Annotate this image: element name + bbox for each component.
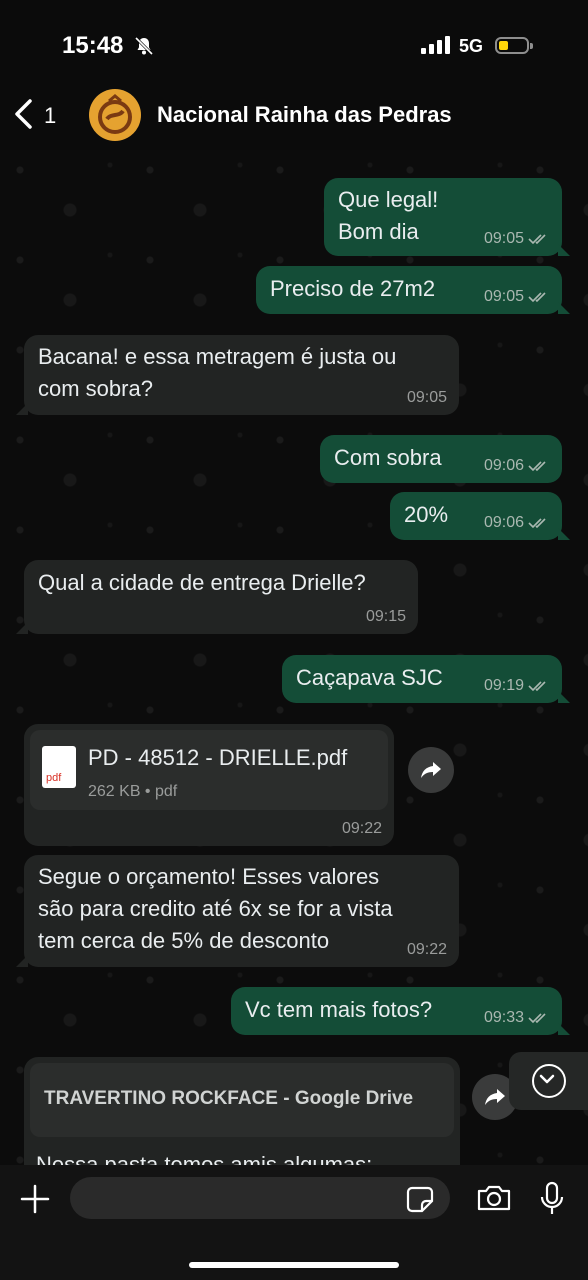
double-check-icon [528,518,546,529]
signal-icon [421,36,451,59]
message-time: 09:05 [483,288,524,305]
message-time: 09:05 [406,389,447,406]
message-incoming[interactable]: Bacana! e essa metragem é justa ou com s… [16,335,459,415]
network-type: 5G [459,36,484,56]
message-text: Nessa pasta temos amis algumas: [36,1152,373,1165]
file-name: PD - 48512 - DRIELLE.pdf [88,745,348,770]
message-time: 09:15 [365,608,406,625]
link-preview[interactable]: TRAVERTINO ROCKFACE - Google Drive [30,1063,454,1137]
link-title: TRAVERTINO ROCKFACE - Google Drive [44,1088,414,1109]
message-incoming[interactable]: Segue o orçamento! Esses valores são par… [16,855,459,967]
message-meta: 09:22 [407,941,447,959]
message-input[interactable] [70,1177,450,1219]
message-outgoing[interactable]: Caçapava SJC 09:19 [282,655,570,703]
microphone-icon[interactable] [539,1181,565,1222]
message-text: Segue o orçamento! Esses valores são par… [38,864,393,953]
message-outgoing[interactable]: Vc tem mais fotos? 09:33 [231,987,570,1035]
chevron-down-icon [532,1064,566,1098]
message-outgoing[interactable]: Que legal! Bom dia 09:05 [324,178,570,256]
home-indicator [189,1262,399,1268]
message-time: 09:06 [483,514,524,531]
message-file[interactable]: pdf PD - 48512 - DRIELLE.pdf 262 KB • pd… [24,724,394,846]
status-time: 15:48 [62,32,124,59]
unread-count[interactable]: 1 [44,103,56,129]
contact-avatar[interactable] [89,89,141,141]
message-link[interactable]: TRAVERTINO ROCKFACE - Google Drive Nessa… [24,1057,460,1165]
scroll-to-bottom-button[interactable] [509,1052,588,1110]
message-time: 09:22 [406,941,447,958]
composer-bar [0,1165,588,1280]
message-time: 09:05 [483,230,524,247]
battery-icon [495,37,533,54]
message-meta: 09:19 [484,677,550,695]
chat-header: 1 Nacional Rainha das Pedras [0,84,588,150]
message-outgoing[interactable]: Preciso de 27m2 09:05 [256,266,570,314]
message-meta: 09:05 [484,230,550,248]
double-check-icon [528,292,546,303]
message-outgoing[interactable]: 20% 09:06 [390,492,570,540]
pdf-icon: pdf [42,746,76,788]
sticker-icon[interactable] [406,1185,434,1218]
plus-icon[interactable] [19,1183,51,1220]
message-meta: 09:05 [407,389,447,407]
double-check-icon [528,681,546,692]
message-meta: 09:06 [484,514,550,532]
message-time: 09:19 [483,677,524,694]
double-check-icon [528,234,546,245]
double-check-icon [528,461,546,472]
forward-button[interactable] [408,747,454,793]
silent-bell-icon [134,36,154,61]
message-time: 09:22 [341,820,382,837]
forward-icon [485,1089,505,1105]
double-check-icon [528,1013,546,1024]
message-meta: 09:22 [342,820,382,838]
message-meta: 09:33 [484,1009,550,1027]
back-button[interactable] [12,98,36,135]
file-attachment[interactable]: pdf PD - 48512 - DRIELLE.pdf 262 KB • pd… [30,730,388,810]
message-time: 09:33 [483,1009,524,1026]
message-meta: 09:05 [484,288,550,306]
contact-name[interactable]: Nacional Rainha das Pedras [157,102,452,128]
file-meta: 262 KB • pdf [88,783,178,800]
message-time: 09:06 [483,457,524,474]
camera-icon[interactable] [476,1184,512,1217]
forward-icon [421,762,441,778]
message-outgoing[interactable]: Com sobra 09:06 [320,435,562,483]
message-text: Qual a cidade de entrega Drielle? [38,570,366,595]
message-incoming[interactable]: Qual a cidade de entrega Drielle? 09:15 [16,560,418,634]
message-text: Bacana! e essa metragem é justa ou com s… [38,344,397,401]
message-meta: 09:06 [484,457,550,475]
message-meta: 09:15 [366,608,406,626]
status-bar: 15:48 5G [0,0,588,90]
